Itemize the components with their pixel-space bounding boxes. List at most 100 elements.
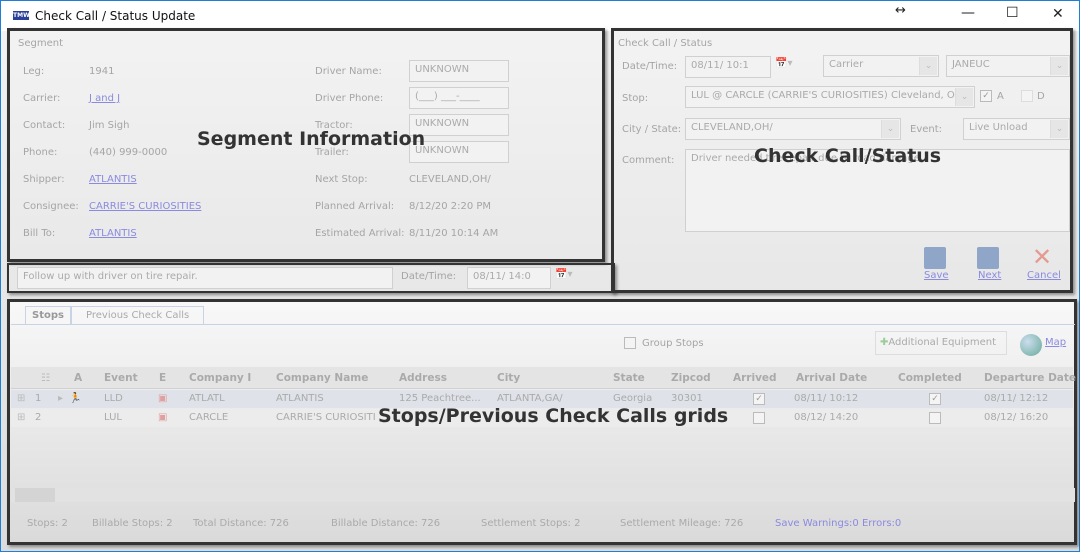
arrived-label: A: [997, 91, 1004, 102]
segment-field-label: Driver Name:: [315, 66, 382, 77]
arrived-checkbox[interactable]: ✓: [753, 393, 765, 405]
arrived-checkbox[interactable]: [753, 412, 765, 424]
group-stops-label: Group Stops: [642, 338, 704, 349]
horizontal-scrollbar[interactable]: [11, 488, 1075, 502]
chevron-down-icon: ⌄: [1050, 57, 1068, 75]
followup-input[interactable]: Follow up with driver on tire repair.: [17, 267, 393, 289]
col-event[interactable]: Event: [104, 372, 138, 384]
status-billable-stops: Billable Stops: 2: [92, 518, 173, 529]
cell-arrival: 08/12/ 14:20: [794, 412, 859, 423]
col-company-name[interactable]: Company Name: [276, 372, 368, 384]
scrollbar-thumb[interactable]: [15, 488, 55, 502]
segment-field-input[interactable]: (___) ___-____: [409, 87, 509, 109]
calendar-icon: ▣: [158, 393, 168, 404]
col-a[interactable]: A: [74, 372, 82, 384]
calendar-icon: ▣: [158, 412, 168, 423]
group-stops-checkbox[interactable]: [624, 337, 636, 349]
col-zip[interactable]: Zipcod: [671, 372, 711, 384]
col-city[interactable]: City: [497, 372, 520, 384]
status-settlement-mileage: Settlement Mileage: 726: [620, 518, 744, 529]
city-state-text: CLEVELAND,OH/: [691, 122, 773, 133]
app-logo: TMW: [13, 11, 30, 20]
carrier-select-text: Carrier: [829, 59, 864, 70]
expand-icon[interactable]: ⊞: [17, 412, 25, 423]
save-icon[interactable]: [924, 247, 946, 269]
stop-select-text: LUL @ CARCLE (CARRIE'S CURIOSITIES) Clev…: [691, 90, 963, 101]
departed-checkbox[interactable]: [1021, 90, 1033, 102]
segment-field-value[interactable]: J and J: [89, 93, 120, 104]
segment-field-input[interactable]: UNKNOWN: [409, 60, 509, 82]
status-warnings[interactable]: Save Warnings:0 Errors:0: [775, 518, 901, 529]
carrier-code-select[interactable]: JANEUC ⌄: [946, 55, 1070, 77]
cell-company-name: ATLANTIS: [276, 393, 324, 404]
status-billable-distance: Billable Distance: 726: [331, 518, 441, 529]
calendar-dropdown-icon[interactable]: 📅▾: [555, 269, 572, 280]
segment-field-label: Planned Arrival:: [315, 201, 395, 212]
minimize-button[interactable]: —: [961, 5, 975, 21]
segment-field-value[interactable]: CARRIE'S CURIOSITIES: [89, 201, 201, 212]
col-company-id[interactable]: Company I: [189, 372, 251, 384]
calendar-dropdown-icon[interactable]: 📅▾: [775, 58, 792, 69]
col-e[interactable]: E: [159, 372, 166, 384]
cell-departure: 08/11/ 12:12: [984, 393, 1049, 404]
chevron-down-icon: ⌄: [1050, 120, 1068, 138]
save-next-icon[interactable]: [977, 247, 999, 269]
segment-field-label: Bill To:: [23, 228, 56, 239]
segment-field-value[interactable]: ATLANTIS: [89, 228, 137, 239]
save-button[interactable]: Save: [924, 270, 949, 281]
segment-field-label: Leg:: [23, 66, 45, 77]
stop-select[interactable]: LUL @ CARCLE (CARRIE'S CURIOSITIES) Clev…: [685, 86, 975, 108]
carrier-select[interactable]: Carrier ⌄: [823, 55, 939, 77]
status-settlement-stops: Settlement Stops: 2: [481, 518, 581, 529]
stop-label: Stop:: [622, 93, 649, 104]
arrived-checkbox[interactable]: ✓: [980, 90, 992, 102]
completed-checkbox[interactable]: ✓: [929, 393, 941, 405]
datetime-label: Date/Time:: [622, 61, 678, 72]
resize-icon[interactable]: ↔: [895, 3, 906, 18]
cell-company-id: ATLATL: [189, 393, 225, 404]
additional-equipment-button[interactable]: ✚Additional Equipment: [875, 331, 1007, 355]
cancel-button[interactable]: Cancel: [1027, 270, 1061, 281]
expand-icon[interactable]: ⊞: [17, 393, 25, 404]
carrier-code-text: JANEUC: [952, 59, 990, 70]
close-button[interactable]: ✕: [1052, 6, 1064, 22]
grid-header: ☷ A Event E Company I Company Name Addre…: [11, 367, 1076, 389]
city-state-select[interactable]: CLEVELAND,OH/ ⌄: [685, 118, 901, 140]
maximize-button[interactable]: ☐: [1006, 5, 1019, 21]
col-departure-date[interactable]: Departure Date: [984, 372, 1076, 384]
col-arrival-date[interactable]: Arrival Date: [796, 372, 867, 384]
row-number: 2: [35, 412, 42, 423]
cancel-icon[interactable]: ✕: [1032, 243, 1052, 271]
map-link[interactable]: Map: [1045, 337, 1066, 348]
datetime-input[interactable]: 08/11/ 10:1: [685, 56, 771, 78]
tab-previous-check-calls[interactable]: Previous Check Calls: [71, 306, 205, 324]
col-completed[interactable]: Completed: [898, 372, 962, 384]
cell-city: ATLANTA,GA/: [497, 393, 563, 404]
next-button[interactable]: Next: [978, 270, 1001, 281]
row-number: 1: [35, 393, 42, 404]
segment-field-value: Jim Sigh: [89, 120, 130, 131]
col-state[interactable]: State: [613, 372, 645, 384]
completed-checkbox[interactable]: [929, 412, 941, 424]
segment-field-value: 8/12/20 2:20 PM: [409, 201, 492, 212]
col-address[interactable]: Address: [399, 372, 447, 384]
segment-field-value[interactable]: ATLANTIS: [89, 174, 137, 185]
segment-field-label: Consignee:: [23, 201, 79, 212]
cell-company-id: CARCLE: [189, 412, 229, 423]
checkcall-overlay-label: Check Call/Status: [754, 145, 942, 167]
runner-icon: 🏃: [69, 393, 82, 404]
col-arrived[interactable]: Arrived: [733, 372, 777, 384]
title-bar: TMW Check Call / Status Update ↔ — ☐ ✕: [1, 1, 1079, 31]
followup-datetime-input[interactable]: 08/11/ 14:0: [467, 267, 551, 289]
segment-legend: Segment: [18, 38, 63, 49]
cell-arrival: 08/11/ 10:12: [794, 393, 859, 404]
segment-field-label: Shipper:: [23, 174, 65, 185]
additional-equipment-label: Additional Equipment: [888, 337, 997, 348]
tab-stops[interactable]: Stops: [25, 306, 71, 324]
event-select[interactable]: Live Unload ⌄: [963, 118, 1070, 140]
column-chooser-icon[interactable]: ☷: [41, 372, 50, 384]
segment-field-label: Next Stop:: [315, 174, 368, 185]
followup-datetime-label: Date/Time:: [401, 271, 457, 282]
segment-overlay-label: Segment Information: [197, 128, 426, 150]
globe-icon[interactable]: [1020, 334, 1042, 356]
